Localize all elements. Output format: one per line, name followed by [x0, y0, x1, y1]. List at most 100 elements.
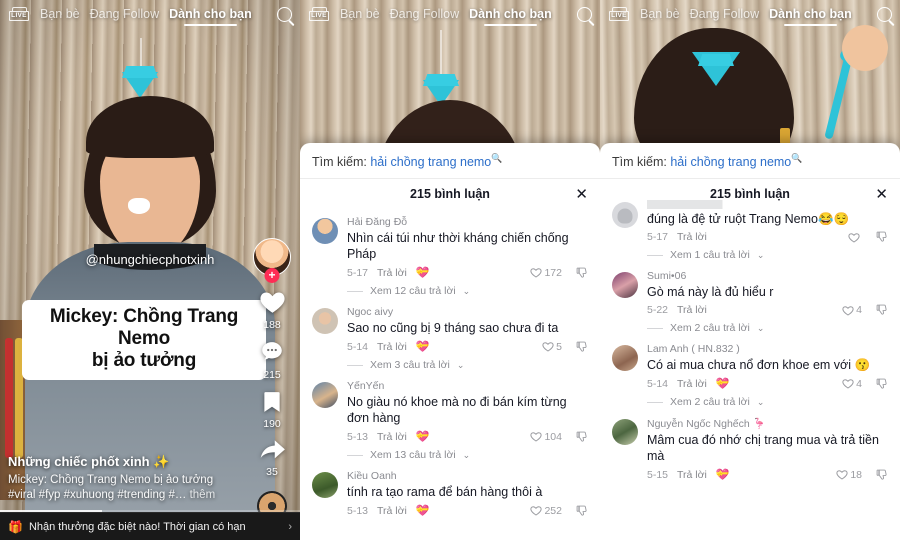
tab-ban-be[interactable]: Bạn bè	[340, 7, 380, 21]
tab-ban-be[interactable]: Bạn bè	[640, 7, 680, 21]
comment-like-button[interactable]: 5	[542, 341, 562, 353]
video-hashtags[interactable]: #viral #fyp #xuhuong #trending #… thêm	[8, 488, 248, 504]
comment-avatar[interactable]	[612, 202, 638, 229]
divider-dash	[647, 401, 663, 403]
comment-like-button[interactable]	[848, 232, 862, 243]
comment-author-name[interactable]: Hải Đăng Đỗ	[347, 216, 588, 228]
reply-link[interactable]: Trả lời	[677, 378, 707, 390]
comment-avatar[interactable]	[612, 272, 638, 299]
comment-author-name[interactable]: Ngoc aivy	[347, 306, 588, 318]
view-replies-link[interactable]: Xem 3 câu trả lời ⌄	[300, 353, 600, 373]
comment-count: 215	[263, 368, 281, 381]
reply-link[interactable]: Trả lời	[377, 431, 407, 443]
sticker-icon[interactable]: 💝	[416, 340, 430, 353]
reply-link[interactable]: Trả lời	[377, 341, 407, 353]
comment-item[interactable]: Nguyễn Ngốc Nghếch 🦩 Mâm cua đó nhớ chị t…	[600, 410, 900, 481]
reply-link[interactable]: Trả lời	[677, 469, 707, 481]
top-navigation-bar[interactable]: LIVE Bạn bè Đang Follow Dành cho bạn	[600, 0, 900, 28]
close-icon[interactable]: ✕	[575, 185, 588, 203]
live-icon[interactable]: LIVE	[608, 4, 630, 24]
like-button[interactable]: 188	[259, 289, 286, 332]
comment-item[interactable]: Kiều Oanh tính ra tạo rama để bán hàng th…	[300, 463, 600, 517]
comment-item[interactable]: Ngoc aivy Sao no cũng bị 9 tháng sao chưa…	[300, 299, 600, 353]
top-navigation-bar[interactable]: LIVE Bạn bè Đang Follow Dành cho bạn	[300, 0, 600, 28]
tab-danh-cho-ban[interactable]: Dành cho bạn	[169, 7, 252, 26]
sticker-icon[interactable]: 💝	[716, 468, 730, 481]
search-suggestion-row[interactable]: Tìm kiếm: hải chồng trang nemo🔍	[300, 143, 600, 180]
reply-link[interactable]: Trả lời	[377, 505, 407, 517]
comment-like-button[interactable]: 4	[842, 378, 862, 390]
live-icon[interactable]: LIVE	[8, 4, 30, 24]
view-replies-link[interactable]: Xem 12 câu trả lời ⌄	[300, 279, 600, 299]
comment-list[interactable]: đúng là đệ tử ruột Trang Nemo😂😌 5-17 Trả l…	[600, 193, 900, 540]
comment-avatar[interactable]	[312, 382, 338, 409]
view-replies-link[interactable]: Xem 1 câu trả lời ⌄	[600, 243, 900, 263]
tab-danh-cho-ban[interactable]: Dành cho bạn	[469, 7, 552, 26]
comment-button[interactable]: 215	[259, 339, 285, 382]
reply-link[interactable]: Trả lời	[677, 231, 707, 243]
promo-banner[interactable]: 🎁 Nhận thưởng đặc biệt nào! Thời gian có…	[0, 512, 300, 540]
comment-dislike-button[interactable]	[876, 304, 888, 316]
sticker-icon[interactable]: 💝	[416, 430, 430, 443]
search-icon[interactable]	[577, 6, 592, 22]
comment-dislike-button[interactable]	[576, 505, 588, 517]
search-icon[interactable]	[277, 6, 292, 22]
comment-dislike-button[interactable]	[876, 469, 888, 481]
comment-author-name[interactable]	[647, 200, 792, 210]
comment-item[interactable]: Hải Đăng Đỗ Nhìn cái túi như thời kháng c…	[300, 209, 600, 279]
sticker-icon[interactable]: 💝	[416, 266, 430, 279]
tab-dang-follow[interactable]: Đang Follow	[390, 7, 459, 21]
see-more-link[interactable]: thêm	[190, 489, 216, 501]
comment-author-name[interactable]: Lam Anh ( HN.832 )	[647, 343, 888, 355]
comment-reactions	[848, 231, 888, 243]
reply-link[interactable]: Trả lời	[677, 304, 707, 316]
comment-author-name[interactable]: Kiều Oanh	[347, 470, 588, 482]
comment-author-name[interactable]: Nguyễn Ngốc Nghếch 🦩	[647, 417, 888, 430]
comment-dislike-button[interactable]	[576, 341, 588, 353]
comment-avatar[interactable]	[612, 419, 638, 446]
comment-like-button[interactable]: 172	[530, 267, 562, 279]
sticker-icon[interactable]: 💝	[416, 504, 430, 517]
bookmark-button[interactable]: 190	[261, 390, 283, 432]
search-query-link[interactable]: hải chồng trang nemo	[670, 155, 791, 169]
top-navigation-bar[interactable]: LIVE Bạn bè Đang Follow Dành cho bạn	[0, 0, 300, 28]
comment-item[interactable]: YếnYến No giàu nó khoe mà no đi bán kím t…	[300, 373, 600, 443]
close-icon[interactable]: ✕	[875, 185, 888, 203]
comment-dislike-button[interactable]	[576, 431, 588, 443]
comment-author-name[interactable]: YếnYến	[347, 380, 588, 392]
comment-like-button[interactable]: 104	[530, 431, 562, 443]
reply-link[interactable]: Trả lời	[377, 267, 407, 279]
creator-avatar-wrap[interactable]: +	[253, 238, 291, 283]
comment-like-button[interactable]: 252	[530, 505, 562, 517]
search-query-link[interactable]: hải chồng trang nemo	[370, 155, 491, 169]
comment-dislike-button[interactable]	[876, 231, 888, 243]
tab-danh-cho-ban[interactable]: Dành cho bạn	[769, 7, 852, 26]
comment-like-button[interactable]: 4	[842, 304, 862, 316]
comment-list[interactable]: Hải Đăng Đỗ Nhìn cái túi như thời kháng c…	[300, 209, 600, 540]
view-replies-link[interactable]: Xem 2 câu trả lời ⌄	[600, 390, 900, 410]
comment-avatar[interactable]	[312, 218, 338, 245]
search-icon[interactable]	[877, 6, 892, 22]
live-icon[interactable]: LIVE	[308, 4, 330, 24]
comment-author-name[interactable]: Sumi•06	[647, 270, 888, 282]
comment-avatar[interactable]	[312, 472, 338, 499]
comment-avatar[interactable]	[612, 345, 638, 372]
view-replies-link[interactable]: Xem 2 câu trả lời ⌄	[600, 316, 900, 336]
comment-like-button[interactable]: 18	[836, 469, 862, 481]
follow-button[interactable]: +	[264, 268, 280, 283]
sticker-icon[interactable]: 💝	[716, 377, 730, 390]
tab-dang-follow[interactable]: Đang Follow	[90, 7, 159, 21]
comment-item[interactable]: Lam Anh ( HN.832 ) Có ai mua chưa nổ đơn …	[600, 336, 900, 390]
comment-item[interactable]: Sumi•06 Gò má này là đủ hiểu r 5-22 Trả lời…	[600, 263, 900, 316]
tab-ban-be[interactable]: Bạn bè	[40, 7, 80, 21]
comment-dislike-button[interactable]	[876, 378, 888, 390]
comment-meta: 5-17 Trả lời	[647, 231, 888, 243]
share-button[interactable]: 35	[259, 439, 286, 480]
heart-outline-icon	[842, 378, 854, 389]
search-suggestion-row[interactable]: Tìm kiếm: hải chồng trang nemo🔍	[600, 143, 900, 180]
video-author-name[interactable]: Những chiếc phốt xinh ✨	[8, 454, 248, 470]
tab-dang-follow[interactable]: Đang Follow	[690, 7, 759, 21]
view-replies-link[interactable]: Xem 13 câu trả lời ⌄	[300, 443, 600, 463]
comment-dislike-button[interactable]	[576, 267, 588, 279]
comment-avatar[interactable]	[312, 308, 338, 335]
